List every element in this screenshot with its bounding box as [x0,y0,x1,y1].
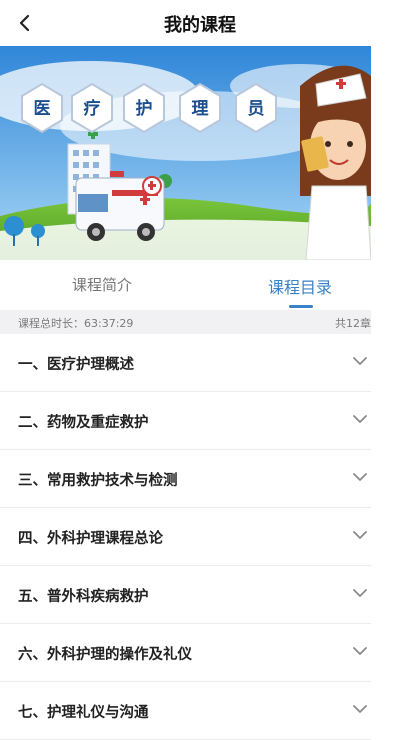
chapter-label: 四、外科护理课程总论 [18,531,163,547]
badge-char: 疗 [84,98,101,119]
chapter-label: 三、常用救护技术与检测 [18,473,178,489]
chapter-list: 一、医疗护理概述 二、药物及重症救护 三、常用救护技术与检测 四、外科护理课程总… [0,334,371,740]
chevron-down-icon [353,357,367,365]
active-tab-indicator [289,305,313,308]
total-duration: 课程总时长：63:37:29 [18,317,134,330]
chevron-down-icon [353,473,367,481]
course-tabs: 课程简介 课程目录 [0,260,371,310]
tab-course-catalog[interactable]: 课程目录 [268,274,332,298]
badge-char: 员 [248,99,265,119]
chevron-down-icon [353,647,367,655]
top-bar: 我的课程 [0,0,400,46]
chapter-label: 一、医疗护理概述 [18,357,134,373]
chapter-label: 七、护理礼仪与沟通 [18,705,149,721]
chapter-item[interactable]: 六、外科护理的操作及礼仪 [0,624,371,682]
chevron-down-icon [353,415,367,423]
page-title: 我的课程 [164,15,236,36]
nurse-illustration [300,65,371,260]
badge-char: 医 [34,99,51,119]
chapter-label: 六、外科护理的操作及礼仪 [18,647,192,663]
chevron-down-icon [353,531,367,539]
chevron-down-icon [353,589,367,597]
chapter-count: 共12章 [335,317,371,330]
course-banner: 医 疗 护 理 员 [0,46,371,260]
chapter-label: 五、普外科疾病救护 [18,589,149,605]
chapter-item[interactable]: 五、普外科疾病救护 [0,566,371,624]
chevron-down-icon [353,705,367,713]
chapter-label: 二、药物及重症救护 [18,415,149,431]
badge-char: 理 [192,99,209,119]
chapter-item[interactable]: 三、常用救护技术与检测 [0,450,371,508]
course-summary-bar: 课程总时长：63:37:29 共12章 [0,310,371,334]
chapter-item[interactable]: 七、护理礼仪与沟通 [0,682,371,740]
chapter-item[interactable]: 二、药物及重症救护 [0,392,371,450]
badge-char: 护 [136,98,153,119]
chapter-item[interactable]: 四、外科护理课程总论 [0,508,371,566]
tab-course-intro[interactable]: 课程简介 [72,274,132,295]
chapter-item[interactable]: 一、医疗护理概述 [0,334,371,392]
